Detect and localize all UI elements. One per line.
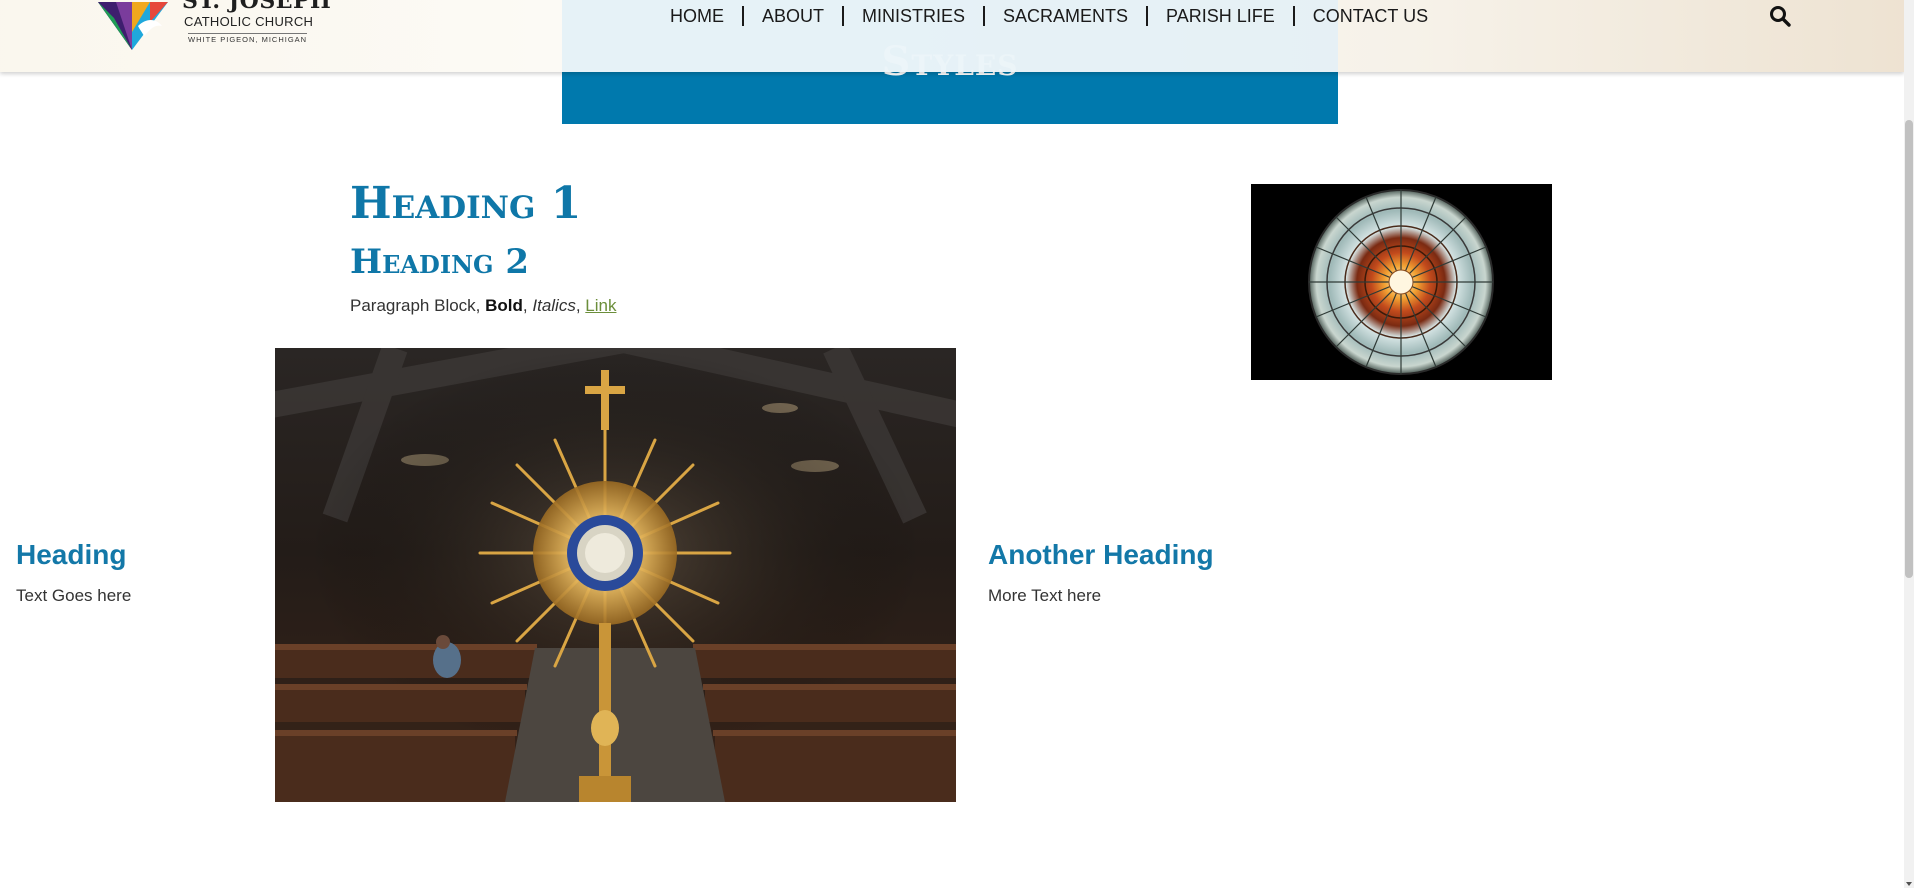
paragraph-italic: Italics — [532, 296, 576, 315]
scroll-down-arrow-icon[interactable] — [1906, 882, 1912, 886]
nav-about[interactable]: ABOUT — [744, 4, 842, 28]
site-logo[interactable]: ST. JOSEPH CATHOLIC CHURCH WHITE PIGEON,… — [92, 0, 332, 56]
scrollbar-thumb[interactable] — [1905, 120, 1913, 578]
left-column-heading: Heading — [16, 539, 127, 570]
paragraph-bold: Bold — [485, 296, 523, 315]
right-column-text: More Text here — [988, 586, 1102, 605]
heading-2: Heading 2 — [350, 242, 530, 282]
page: Styles ST. JOSEPH CATHOLIC CHURCH WHITE … — [0, 0, 1914, 888]
nav-home[interactable]: HOME — [652, 4, 742, 28]
page-scrollbar[interactable] — [1904, 0, 1914, 888]
stained-glass-window-icon — [1308, 189, 1494, 375]
paragraph-separator: , — [522, 296, 533, 315]
right-column-heading: Another Heading — [988, 539, 1214, 570]
nav-ministries[interactable]: MINISTRIES — [844, 4, 983, 28]
nav-sacraments[interactable]: SACRAMENTS — [985, 4, 1146, 28]
nav-contact-us[interactable]: CONTACT US — [1295, 4, 1446, 28]
monstrance-image — [275, 348, 956, 802]
search-button[interactable] — [1768, 4, 1792, 28]
paragraph-link[interactable]: Link — [585, 296, 616, 315]
nav-parish-life[interactable]: PARISH LIFE — [1148, 4, 1293, 28]
site-header: ST. JOSEPH CATHOLIC CHURCH WHITE PIGEON,… — [0, 0, 1904, 72]
paragraph-separator: , — [575, 296, 586, 315]
heading-1: Heading 1 — [350, 178, 582, 229]
main-nav: HOME ABOUT MINISTRIES SACRAMENTS PARISH … — [652, 4, 1446, 28]
monstrance-photo-icon — [275, 348, 956, 802]
paragraph-plain: Paragraph Block, — [350, 296, 486, 315]
logo-subname: CATHOLIC CHURCH — [184, 14, 314, 29]
paragraph-block: Paragraph Block, Bold, Italics, Link — [350, 294, 616, 318]
church-logo-icon — [98, 2, 168, 50]
stained-glass-image — [1251, 184, 1552, 380]
logo-location: WHITE PIGEON, MICHIGAN — [188, 33, 308, 44]
left-column-text: Text Goes here — [16, 586, 132, 605]
logo-name: ST. JOSEPH — [182, 0, 332, 14]
search-icon — [1770, 6, 1791, 27]
